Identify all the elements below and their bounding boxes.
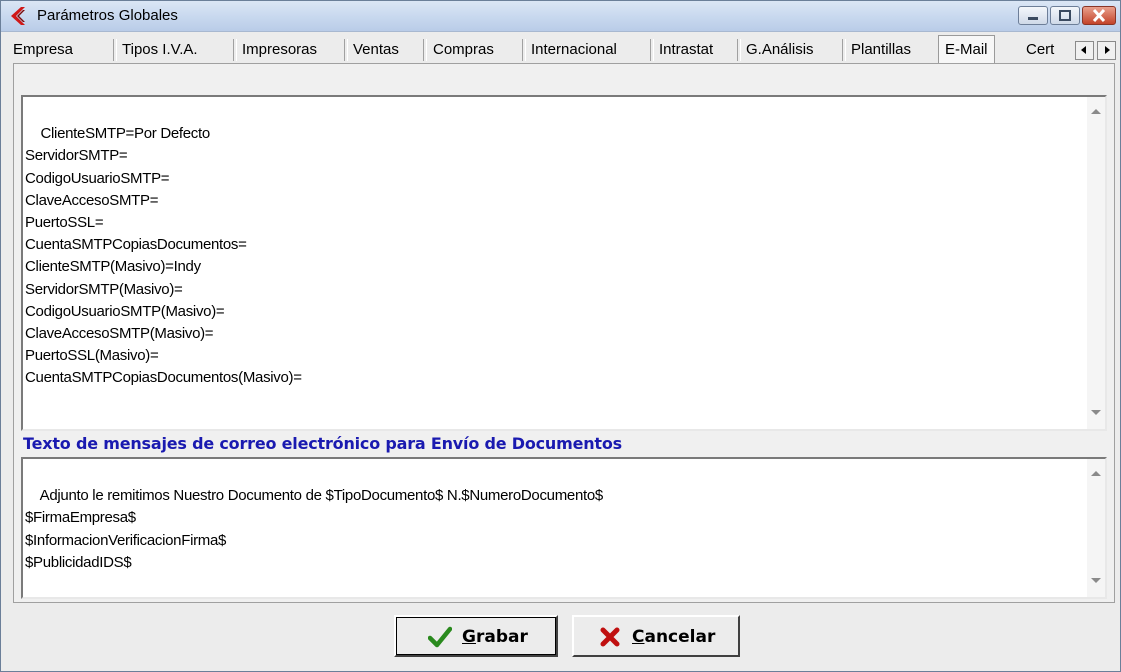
tab-divider <box>650 39 654 61</box>
vertical-scrollbar[interactable] <box>1087 459 1105 597</box>
message-text: Adjunto le remitimos Nuestro Documento d… <box>25 487 603 571</box>
tab-divider <box>344 39 348 61</box>
tab-divider <box>113 39 117 61</box>
title-bar[interactable]: Parámetros Globales <box>1 1 1120 32</box>
tab-plantillas[interactable]: Plantillas <box>851 39 911 61</box>
tab-scroll-left-button[interactable] <box>1075 41 1094 60</box>
app-logo-icon <box>11 7 25 25</box>
tab-empresa[interactable]: Empresa <box>13 39 73 61</box>
tab-internacional[interactable]: Internacional <box>531 39 617 61</box>
smtp-config-textarea[interactable]: ClienteSMTP=Por Defecto ServidorSMTP= Co… <box>21 95 1107 431</box>
tab-intrastat[interactable]: Intrastat <box>659 39 713 61</box>
cancel-button-label: Cancelar <box>632 627 716 647</box>
tab-email[interactable]: E-Mail <box>938 35 995 63</box>
tab-compras[interactable]: Compras <box>433 39 494 61</box>
tab-divider <box>737 39 741 61</box>
scroll-down-arrow-icon[interactable] <box>1091 578 1101 583</box>
check-icon <box>428 626 452 648</box>
button-bar <box>1 603 1120 671</box>
close-button[interactable] <box>1082 6 1116 25</box>
smtp-config-text: ClienteSMTP=Por Defecto ServidorSMTP= Co… <box>25 125 302 387</box>
tab-divider <box>522 39 526 61</box>
cancel-button[interactable]: Cancelar <box>572 615 740 657</box>
window: Parámetros Globales Empresa Tipos I.V.A.… <box>0 0 1121 672</box>
scroll-up-arrow-icon[interactable] <box>1091 109 1101 114</box>
scroll-down-arrow-icon[interactable] <box>1091 410 1101 415</box>
arrow-right-icon <box>1105 46 1110 54</box>
tab-tipos-iva[interactable]: Tipos I.V.A. <box>122 39 198 61</box>
tab-divider <box>842 39 846 61</box>
tab-ventas[interactable]: Ventas <box>353 39 399 61</box>
minimize-icon <box>1028 17 1038 20</box>
window-title: Parámetros Globales <box>37 7 178 24</box>
message-section-label: Texto de mensajes de correo electrónico … <box>23 434 622 453</box>
minimize-button[interactable] <box>1018 6 1048 25</box>
save-button-label: Grabar <box>462 627 528 647</box>
maximize-icon <box>1059 10 1071 21</box>
scroll-up-arrow-icon[interactable] <box>1091 471 1101 476</box>
tab-cert[interactable]: Cert <box>1026 39 1054 61</box>
vertical-scrollbar[interactable] <box>1087 97 1105 429</box>
tab-scroll-right-button[interactable] <box>1097 41 1116 60</box>
arrow-left-icon <box>1081 46 1086 54</box>
tab-divider <box>423 39 427 61</box>
x-icon <box>600 627 620 647</box>
tab-strip: Empresa Tipos I.V.A. Impresoras Ventas C… <box>9 35 1119 63</box>
tab-impresoras[interactable]: Impresoras <box>242 39 317 61</box>
close-icon <box>1092 8 1106 23</box>
save-button[interactable]: Grabar <box>394 615 558 657</box>
tab-divider <box>233 39 237 61</box>
tab-g-analisis[interactable]: G.Análisis <box>746 39 814 61</box>
maximize-button[interactable] <box>1050 6 1080 25</box>
message-textarea[interactable]: Adjunto le remitimos Nuestro Documento d… <box>21 457 1107 599</box>
